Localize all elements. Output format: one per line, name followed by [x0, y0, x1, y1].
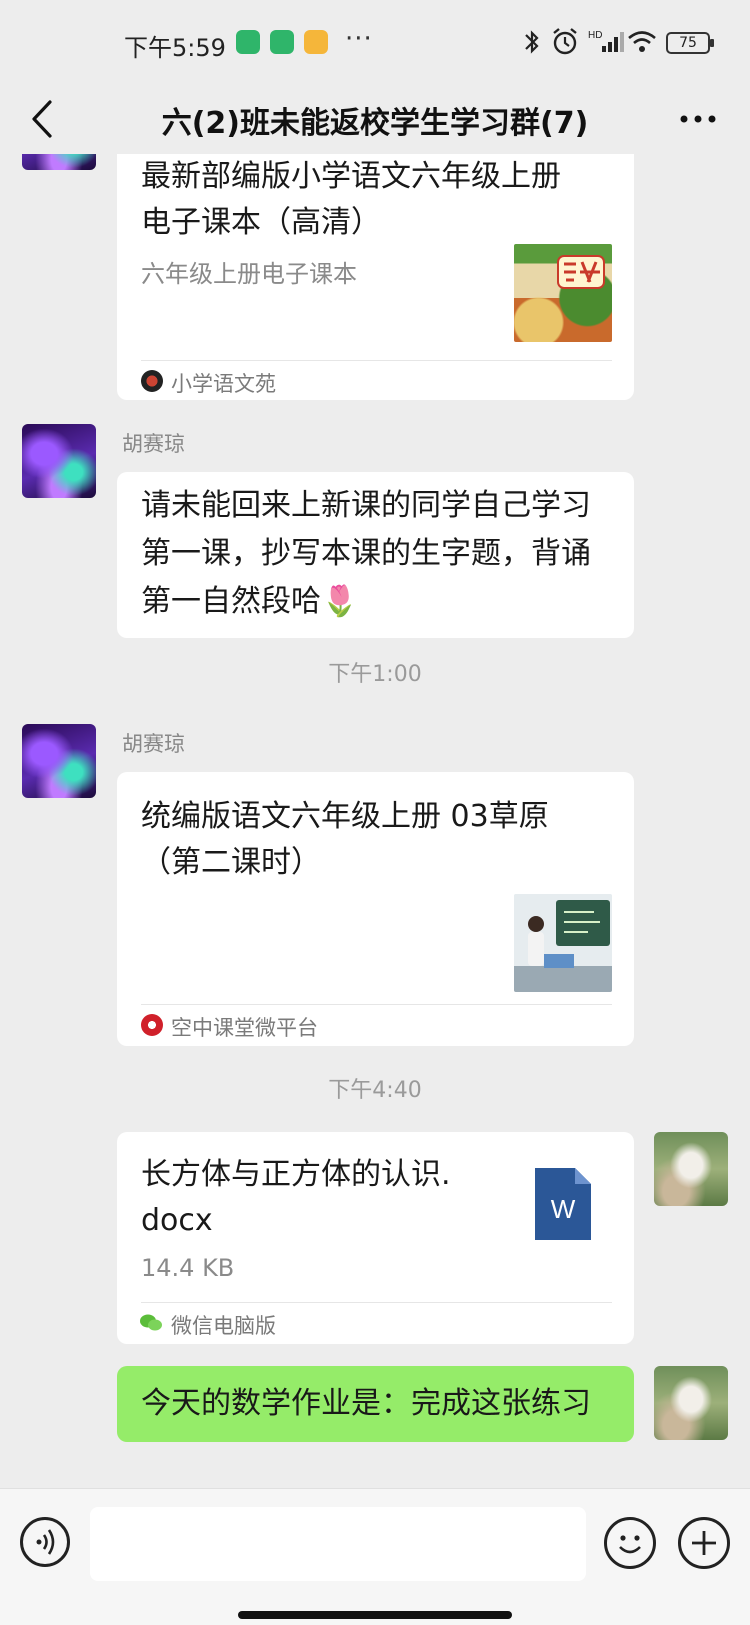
- signal-icon: HD: [588, 30, 624, 52]
- chat-header: 六(2)班未能返校学生学习群(7): [0, 88, 750, 154]
- shield-app-icon: [236, 30, 260, 54]
- shield-app-icon: [270, 30, 294, 54]
- back-icon[interactable]: [24, 94, 64, 144]
- card-divider: [141, 1004, 612, 1005]
- lesson-video-thumbnail: [514, 894, 612, 992]
- sender-avatar[interactable]: [22, 154, 96, 170]
- sender-name: 胡赛琼: [122, 732, 185, 756]
- note-app-icon: [304, 30, 328, 54]
- input-bar: [0, 1488, 750, 1625]
- alarm-icon: [553, 28, 577, 55]
- source-logo-icon: [141, 1014, 163, 1036]
- card-source: 空中课堂微平台: [171, 1016, 318, 1040]
- status-bar: 下午5:59 ··· HD 75: [0, 0, 750, 88]
- time-divider: 下午4:40: [328, 1078, 422, 1103]
- emoji-button[interactable]: [604, 1517, 656, 1569]
- message-bubble[interactable]: 请未能回来上新课的同学自己学习 第一课，抄写本课的生字题，背诵 第一自然段哈🌷: [117, 472, 634, 638]
- self-message-bubble[interactable]: 今天的数学作业是：完成这张练习: [117, 1366, 634, 1442]
- status-time: 下午5:59: [124, 34, 226, 62]
- link-card[interactable]: 统编版语文六年级上册 03草原 （第二课时） 空中课堂微平台: [117, 772, 634, 1046]
- link-card[interactable]: 最新部编版小学语文六年级上册 电子课本（高清） 六年级上册电子课本 小学语文苑: [117, 154, 634, 400]
- chat-messages[interactable]: 最新部编版小学语文六年级上册 电子课本（高清） 六年级上册电子课本 小学语文苑 …: [0, 154, 750, 1488]
- battery-indicator: 75: [666, 32, 714, 54]
- wechat-pc-icon: [140, 1314, 162, 1331]
- textbook-cover-thumbnail: [514, 244, 612, 342]
- card-title-line: 最新部编版小学语文六年级上册: [141, 159, 561, 194]
- plus-icon: [692, 1531, 716, 1555]
- file-name-line: 长方体与正方体的认识.: [141, 1157, 451, 1192]
- bluetooth-icon: [525, 30, 539, 54]
- emoji-icon: [619, 1535, 641, 1554]
- word-file-letter: W: [551, 1194, 576, 1224]
- svg-text:HD: HD: [588, 30, 602, 41]
- message-input[interactable]: [90, 1507, 586, 1581]
- card-source: 微信电脑版: [171, 1314, 276, 1338]
- message-text-line: 第一自然段哈🌷: [141, 584, 359, 619]
- more-options-icon[interactable]: [678, 104, 718, 134]
- sender-avatar[interactable]: [22, 724, 96, 798]
- card-divider: [141, 360, 612, 361]
- message-text-line: 请未能回来上新课的同学自己学习: [141, 488, 591, 523]
- word-file-icon: W: [535, 1168, 591, 1240]
- message-text: 今天的数学作业是：完成这张练习: [141, 1386, 591, 1421]
- source-logo-icon: [141, 370, 163, 392]
- time-divider: 下午1:00: [328, 662, 422, 687]
- chat-title: 六(2)班未能返校学生学习群(7): [161, 106, 589, 141]
- voice-input-button[interactable]: [20, 1517, 70, 1567]
- voice-icon: [36, 1529, 55, 1555]
- more-functions-button[interactable]: [678, 1517, 730, 1569]
- sender-name: 胡赛琼: [122, 432, 185, 456]
- sender-avatar[interactable]: [22, 424, 96, 498]
- home-indicator[interactable]: [238, 1611, 512, 1619]
- card-source: 小学语文苑: [171, 372, 276, 396]
- file-size: 14.4 KB: [141, 1254, 235, 1282]
- file-card[interactable]: 长方体与正方体的认识. docx 14.4 KB W 微信电脑版: [117, 1132, 634, 1344]
- message-text-line: 第一课，抄写本课的生字题，背诵: [141, 536, 591, 571]
- file-name-line: docx: [141, 1203, 213, 1238]
- self-avatar[interactable]: [654, 1132, 728, 1206]
- status-more-dots: ···: [345, 24, 373, 54]
- card-divider: [141, 1302, 612, 1303]
- classroom-scene: [514, 894, 612, 992]
- wifi-icon: [628, 31, 656, 52]
- card-title-line: （第二课时）: [141, 845, 321, 880]
- card-title-line: 统编版语文六年级上册 03草原: [141, 799, 549, 834]
- card-title-line: 电子课本（高清）: [141, 205, 381, 240]
- textbook-cover-title: [557, 255, 605, 289]
- card-description: 六年级上册电子课本: [141, 260, 357, 288]
- self-avatar[interactable]: [654, 1366, 728, 1440]
